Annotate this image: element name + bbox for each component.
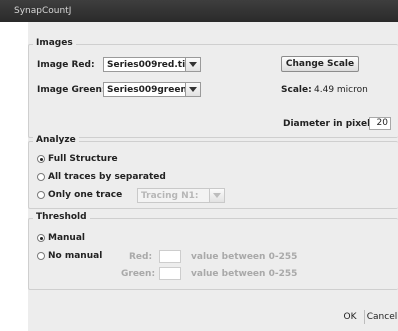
radio-unchecked-icon bbox=[37, 252, 45, 260]
chevron-down-icon bbox=[209, 189, 224, 202]
threshold-green-input[interactable] bbox=[159, 267, 181, 280]
radio-manual-label: Manual bbox=[48, 233, 86, 243]
title-bar: SynapCountJ bbox=[0, 0, 398, 22]
radio-all-traces[interactable]: All traces by separated bbox=[37, 172, 166, 182]
image-green-select[interactable]: Series009green.tif bbox=[103, 82, 201, 97]
radio-one-trace[interactable]: Only one trace bbox=[37, 190, 122, 200]
radio-checked-icon bbox=[37, 234, 45, 242]
threshold-panel-title: Threshold bbox=[33, 212, 90, 222]
diameter-label: Diameter in pixels: bbox=[283, 119, 380, 129]
images-panel: Images Image Red: Series009red.tif Image… bbox=[28, 38, 398, 138]
radio-one-trace-label: Only one trace bbox=[48, 190, 123, 200]
threshold-red-input[interactable] bbox=[159, 250, 181, 263]
image-green-value: Series009green.tif bbox=[107, 84, 185, 95]
chevron-down-icon bbox=[185, 58, 200, 71]
image-red-select[interactable]: Series009red.tif bbox=[103, 57, 201, 72]
window-title: SynapCountJ bbox=[14, 6, 72, 16]
radio-unchecked-icon bbox=[37, 173, 45, 181]
threshold-green-range: value between 0-255 bbox=[191, 269, 298, 279]
image-red-label: Image Red: bbox=[37, 60, 95, 70]
threshold-panel: Threshold Manual No manual Red: value be… bbox=[28, 212, 398, 290]
change-scale-button[interactable]: Change Scale bbox=[281, 56, 359, 72]
ok-button[interactable]: OK bbox=[338, 309, 362, 324]
radio-full-structure-label: Full Structure bbox=[48, 154, 118, 164]
threshold-red-label: Red: bbox=[129, 252, 153, 262]
left-background bbox=[0, 22, 28, 331]
threshold-green-label: Green: bbox=[121, 269, 156, 279]
trace-select[interactable]: Tracing N1: bbox=[137, 188, 225, 203]
radio-no-manual-label: No manual bbox=[48, 251, 103, 261]
button-divider bbox=[364, 310, 365, 324]
scale-label: Scale: bbox=[281, 85, 312, 95]
radio-checked-icon bbox=[37, 155, 45, 163]
analyze-panel: Analyze Full Structure All traces by sep… bbox=[28, 135, 398, 209]
radio-unchecked-icon bbox=[37, 191, 45, 199]
scale-value: 4.49 micron bbox=[314, 85, 368, 95]
radio-no-manual[interactable]: No manual bbox=[37, 251, 102, 261]
cancel-button[interactable]: Cancel bbox=[366, 309, 398, 324]
radio-full-structure[interactable]: Full Structure bbox=[37, 154, 118, 164]
analyze-panel-title: Analyze bbox=[33, 135, 79, 145]
image-green-label: Image Green: bbox=[37, 85, 106, 95]
dialog-body: Images Image Red: Series009red.tif Image… bbox=[0, 22, 398, 331]
chevron-down-icon bbox=[185, 83, 200, 96]
radio-all-traces-label: All traces by separated bbox=[48, 172, 166, 182]
threshold-red-range: value between 0-255 bbox=[191, 252, 298, 262]
image-red-value: Series009red.tif bbox=[107, 59, 185, 70]
trace-select-value: Tracing N1: bbox=[141, 190, 199, 201]
images-panel-title: Images bbox=[33, 38, 76, 48]
radio-manual[interactable]: Manual bbox=[37, 233, 85, 243]
diameter-input[interactable]: 20 bbox=[369, 117, 391, 130]
